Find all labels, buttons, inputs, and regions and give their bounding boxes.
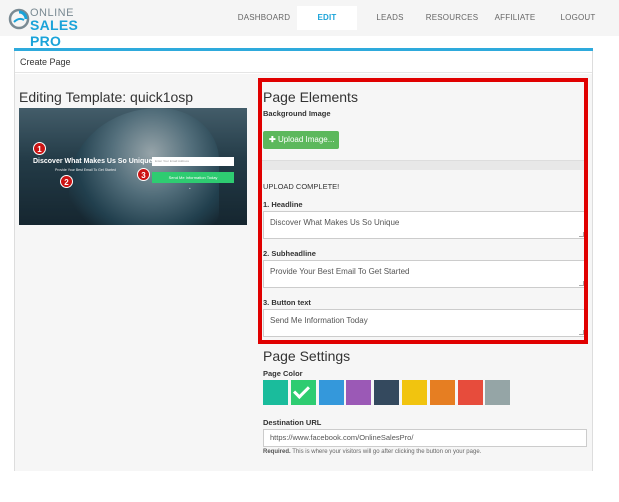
page-settings-title: Page Settings (263, 348, 351, 364)
button-text-value: Send Me Information Today (270, 316, 368, 325)
resize-grip-icon[interactable] (579, 330, 584, 335)
preview-lock-icon: ● (189, 187, 191, 190)
color-swatch[interactable] (457, 380, 483, 405)
color-swatch[interactable] (374, 380, 400, 405)
badge-2: 2 (60, 175, 73, 188)
color-swatch[interactable] (429, 380, 455, 405)
preview-email-field: Enter Your Email Address (152, 157, 234, 166)
nav-edit[interactable]: EDIT (297, 6, 357, 30)
headline-input[interactable]: Discover What Makes Us So Unique (263, 211, 586, 239)
logo-swirl-icon (8, 8, 30, 30)
page-elements-title: Page Elements (263, 89, 358, 105)
resize-grip-icon[interactable] (579, 232, 584, 237)
destination-help-text: Required. This is where your visitors wi… (263, 449, 481, 455)
preview-subheadline: Provide Your Best Email To Get Started (55, 168, 117, 172)
divider (262, 160, 586, 170)
resize-grip-icon[interactable] (579, 281, 584, 286)
badge-1: 1 (33, 142, 46, 155)
upload-status: UPLOAD COMPLETE! (263, 182, 340, 191)
destination-url-input[interactable]: https://www.facebook.com/OnlineSalesPro/ (263, 429, 587, 447)
subheadline-label: 2. Subheadline (263, 249, 316, 258)
color-swatch[interactable] (263, 380, 288, 405)
badge-3: 3 (137, 168, 150, 181)
nav-dashboard[interactable]: DASHBOARD (232, 6, 296, 30)
preview-send-button: Send Me Information Today (152, 172, 234, 183)
template-preview: Discover What Makes Us So Unique Provide… (19, 108, 247, 225)
button-text-label: 3. Button text (263, 298, 311, 307)
upload-image-button[interactable]: ✚ Upload Image... (263, 131, 339, 149)
preview-headline: Discover What Makes Us So Unique (33, 158, 153, 165)
editing-template-title: Editing Template: quick1osp (19, 89, 194, 105)
top-nav-bar: ONLINE SALES PRO DASHBOARD EDIT LEADS RE… (0, 0, 619, 49)
nav-resources[interactable]: RESOURCES (421, 6, 483, 30)
preview-overlay (19, 108, 247, 225)
panel-title: Create Page (20, 57, 71, 67)
panel-header: Create Page (15, 51, 592, 73)
upload-image-label: Upload Image... (277, 135, 335, 144)
background-image-label: Background Image (263, 109, 331, 118)
nav-leads[interactable]: LEADS (360, 6, 420, 30)
color-swatch[interactable] (402, 380, 427, 405)
help-detail: This is where your visitors will go afte… (290, 449, 482, 455)
help-required: Required. (263, 449, 291, 455)
color-swatch[interactable] (290, 380, 316, 405)
headline-value: Discover What Makes Us So Unique (270, 218, 400, 227)
page-color-label: Page Color (263, 369, 303, 378)
checkmark-icon (292, 382, 310, 399)
color-swatch[interactable] (346, 380, 372, 405)
logo-text-bottom: SALES PRO (30, 17, 79, 49)
color-swatch[interactable] (318, 380, 344, 405)
headline-label: 1. Headline (263, 200, 303, 209)
button-text-input[interactable]: Send Me Information Today (263, 309, 586, 337)
color-swatch[interactable] (485, 380, 511, 405)
plus-icon: ✚ (269, 135, 276, 144)
subheadline-input[interactable]: Provide Your Best Email To Get Started (263, 260, 586, 288)
destination-url-label: Destination URL (263, 418, 322, 427)
logo[interactable]: ONLINE SALES PRO (8, 6, 98, 49)
nav-affiliate[interactable]: AFFILIATE (485, 6, 545, 30)
subheadline-value: Provide Your Best Email To Get Started (270, 267, 410, 276)
nav-logout[interactable]: LOGOUT (548, 6, 608, 30)
